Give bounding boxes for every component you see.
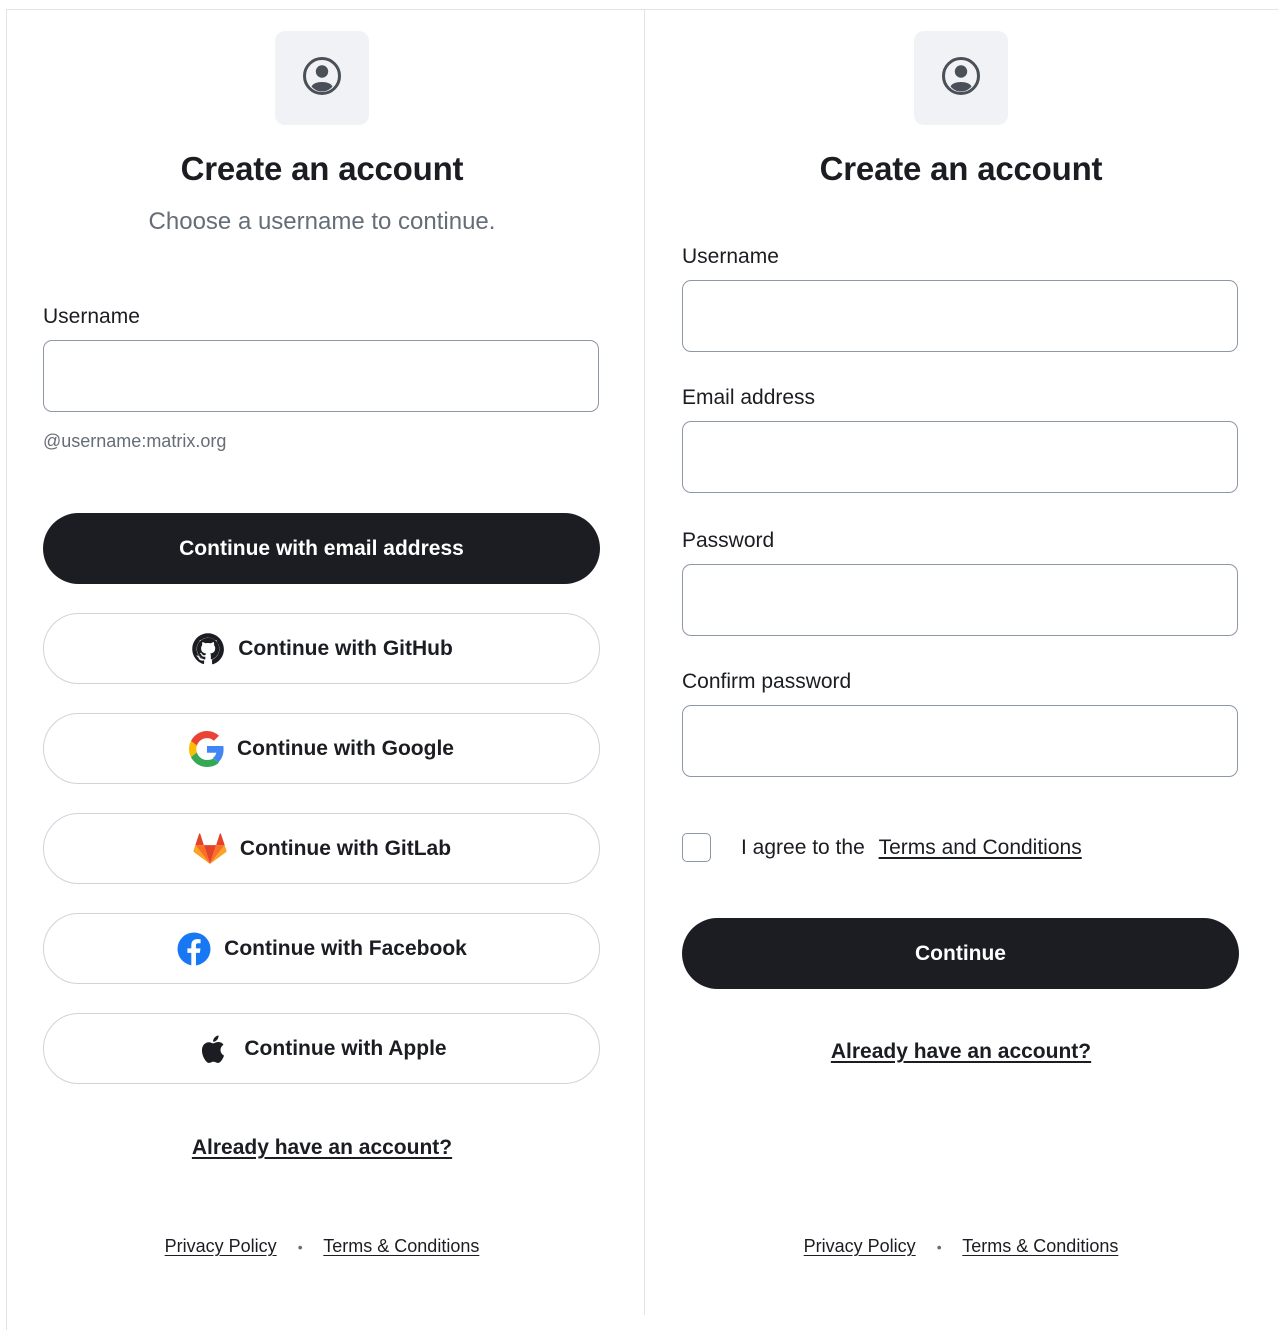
left-panel-username-step: Create an account Choose a username to c… (6, 0, 646, 1315)
username-label: Username (43, 305, 140, 328)
gitlab-icon (192, 831, 228, 867)
confirm-password-input[interactable] (682, 705, 1238, 777)
google-icon (189, 730, 225, 767)
username-hint: @username:matrix.org (43, 431, 227, 451)
password-input[interactable] (682, 564, 1238, 636)
continue-with-apple-button[interactable]: Continue with Apple (43, 1013, 600, 1084)
agree-terms-checkbox[interactable] (682, 833, 711, 862)
agree-prefix: I agree to the (741, 836, 865, 859)
github-icon (190, 631, 226, 667)
user-circle-icon (941, 56, 981, 101)
github-button-label: Continue with GitHub (238, 636, 453, 660)
continue-button[interactable]: Continue (682, 918, 1239, 989)
terms-and-conditions-link[interactable]: Terms and Conditions (879, 836, 1082, 859)
continue-with-facebook-button[interactable]: Continue with Facebook (43, 913, 600, 984)
footer-separator: • (297, 1239, 303, 1256)
signin-link-container: Already have an account? (645, 1040, 1277, 1064)
facebook-button-label: Continue with Facebook (224, 936, 467, 960)
privacy-policy-link[interactable]: Privacy Policy (804, 1236, 916, 1256)
email-label: Email address (682, 386, 816, 409)
username-label: Username (682, 245, 779, 268)
avatar-tile (914, 31, 1008, 125)
username-input[interactable] (43, 340, 599, 412)
apple-icon (196, 1031, 232, 1067)
password-label: Password (682, 529, 775, 552)
footer-links: Privacy Policy • Terms & Conditions (645, 1236, 1277, 1257)
continue-with-github-button[interactable]: Continue with GitHub (43, 613, 600, 684)
footer-links: Privacy Policy • Terms & Conditions (6, 1236, 638, 1257)
signin-link-container: Already have an account? (6, 1136, 638, 1160)
confirm-password-label: Confirm password (682, 670, 852, 693)
gitlab-button-label: Continue with GitLab (239, 836, 452, 860)
agree-terms-text: I agree to the Terms and Conditions (741, 836, 1082, 860)
continue-with-gitlab-button[interactable]: Continue with GitLab (43, 813, 600, 884)
facebook-icon (176, 931, 212, 967)
page-subtitle: Choose a username to continue. (148, 208, 496, 235)
already-have-account-link[interactable]: Already have an account? (192, 1136, 452, 1159)
google-button-label: Continue with Google (237, 736, 454, 760)
username-input[interactable] (682, 280, 1238, 352)
terms-conditions-link[interactable]: Terms & Conditions (962, 1236, 1118, 1256)
page-title: Create an account (180, 150, 464, 187)
continue-with-google-button[interactable]: Continue with Google (43, 713, 600, 784)
email-input[interactable] (682, 421, 1238, 493)
right-panel-details-step: Create an account Username Email address… (645, 0, 1278, 1315)
apple-button-label: Continue with Apple (244, 1036, 447, 1060)
avatar-tile (275, 31, 369, 125)
continue-with-email-button[interactable]: Continue with email address (43, 513, 600, 584)
page-title: Create an account (819, 150, 1103, 187)
privacy-policy-link[interactable]: Privacy Policy (165, 1236, 277, 1256)
footer-separator: • (936, 1239, 942, 1256)
terms-conditions-link[interactable]: Terms & Conditions (323, 1236, 479, 1256)
already-have-account-link[interactable]: Already have an account? (831, 1040, 1091, 1063)
user-circle-icon (302, 56, 342, 101)
